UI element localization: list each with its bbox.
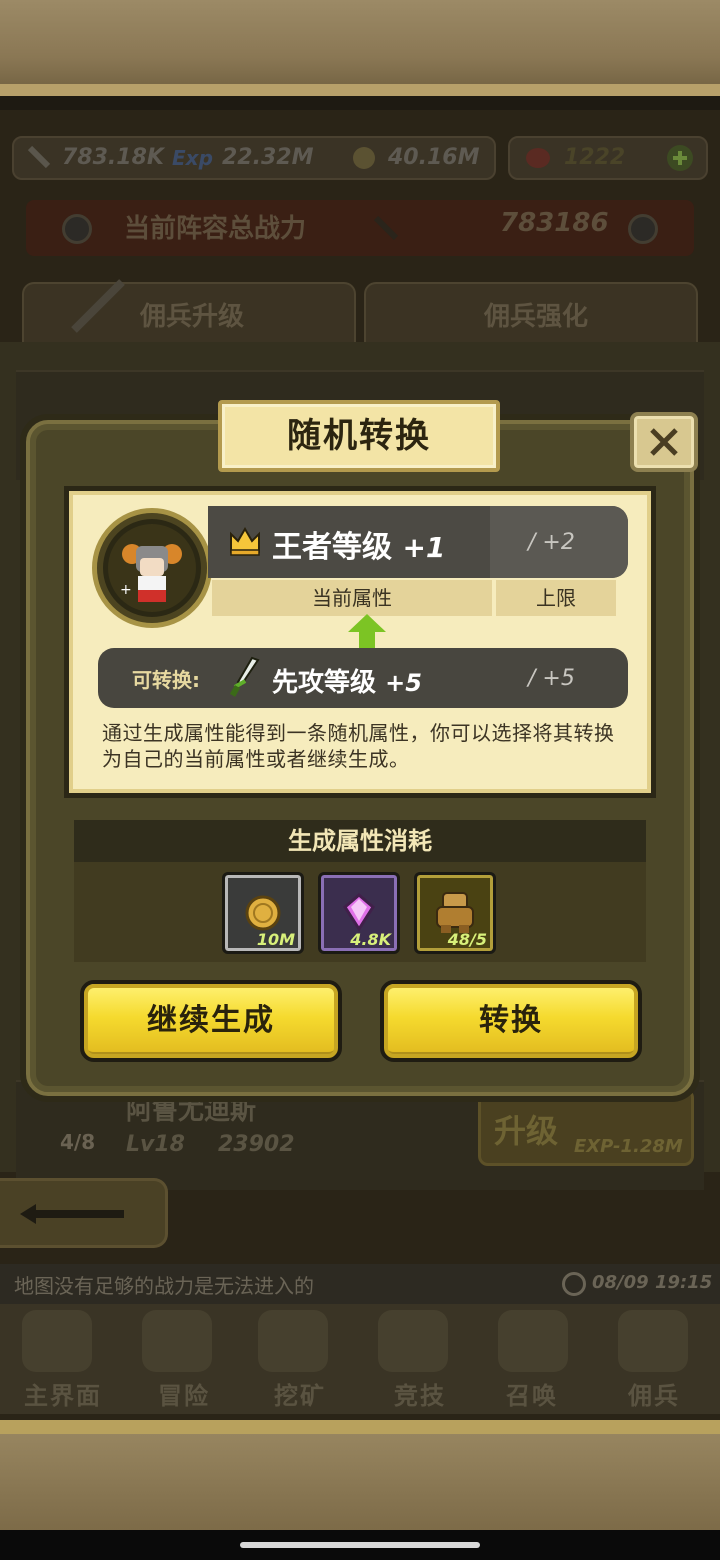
nav-mercenary[interactable]: 佣兵 xyxy=(628,1376,680,1411)
current-attr-name: 王者等级 xyxy=(272,530,392,565)
sword-power-icon xyxy=(27,145,51,169)
crossed-swords-icon xyxy=(378,1310,448,1372)
map-scroll-icon xyxy=(22,1310,92,1372)
tent-icon xyxy=(618,1310,688,1372)
continue-generate-label: 继续生成 xyxy=(147,1003,275,1038)
team-power-value: 783186 xyxy=(500,208,609,238)
hero-level: Lv18 xyxy=(126,1132,185,1157)
shrine-maiden-avatar-icon: + xyxy=(108,524,196,612)
scroll-icon xyxy=(498,1310,568,1372)
tip-text: 地图没有足够的战力是无法进入的 xyxy=(14,1274,314,1298)
tip-time: 08/09 19:15 xyxy=(592,1272,713,1293)
continue-generate-button[interactable]: 继续生成 xyxy=(80,980,342,1062)
hero-portrait: + xyxy=(92,508,212,628)
new-attr-name: 先攻等级 xyxy=(272,668,377,698)
hero-power: 23902 xyxy=(218,1132,295,1157)
back-arrow-icon xyxy=(20,1204,124,1224)
power-sword-icon xyxy=(373,215,399,241)
map-header-decoration xyxy=(0,0,720,96)
upgrade-button-label: 升级 xyxy=(494,1112,559,1150)
current-attr-value: +1 xyxy=(402,531,446,564)
nav-mining[interactable]: 挖矿 xyxy=(274,1376,326,1411)
nav-home[interactable]: 主界面 xyxy=(24,1376,102,1411)
current-attr: 王者等级 +1 xyxy=(272,522,445,566)
cost-gem[interactable]: 4.8K xyxy=(318,872,400,954)
current-attr-label: 当前属性 xyxy=(212,580,492,616)
nav-arena[interactable]: 竞技 xyxy=(394,1376,446,1411)
limit-label: 上限 xyxy=(496,580,616,616)
tab-sword-icon xyxy=(71,279,125,333)
new-attr: 先攻等级 +5 xyxy=(272,662,422,699)
dialog-description: 通过生成属性能得到一条随机属性，你可以选择将其转换为自己的当前属性或者继续生成。 xyxy=(102,721,615,771)
upgrade-cost: EXP-1.28M xyxy=(574,1136,683,1157)
add-resource-icon[interactable] xyxy=(666,144,694,172)
cost-golem-value: 48/5 xyxy=(447,930,487,949)
dialog-title: 随机转换 xyxy=(287,416,431,456)
gold-bag-icon xyxy=(353,147,375,169)
cost-golem[interactable]: 48/5 xyxy=(414,872,496,954)
resource-exp-value: 22.32M xyxy=(222,145,314,170)
convert-button[interactable]: 转换 xyxy=(380,980,642,1062)
close-button[interactable] xyxy=(630,412,698,472)
resource-power-value: 783.18K xyxy=(62,145,164,170)
close-icon xyxy=(650,428,678,456)
map-footer-decoration xyxy=(0,1420,720,1530)
island-icon xyxy=(142,1310,212,1372)
sword-icon xyxy=(229,656,260,697)
power-right-ornament xyxy=(628,214,658,244)
tab-upgrade-label: 佣兵升级 xyxy=(140,302,245,332)
attr-labels-row: 当前属性 上限 xyxy=(212,580,616,616)
resource-gems-value: 1222 xyxy=(564,145,626,170)
gesture-handle[interactable] xyxy=(240,1542,480,1548)
cost-header: 生成属性消耗 xyxy=(74,820,646,862)
tab-enhance-label: 佣兵强化 xyxy=(484,302,589,332)
resource-gold-value: 40.16M xyxy=(388,145,480,170)
svg-text:+: + xyxy=(120,582,132,598)
system-nav-bar xyxy=(0,1530,720,1560)
nav-summon[interactable]: 召唤 xyxy=(506,1376,558,1411)
cost-gold-value: 10M xyxy=(256,930,295,949)
hero-count: 4/8 xyxy=(60,1130,96,1154)
bottom-nav xyxy=(0,1304,720,1414)
new-attr-value: +5 xyxy=(385,669,422,697)
game-screen: 783.18K Exp 22.32M 40.16M 1222 当前阵容总战力 7… xyxy=(0,0,720,1560)
power-left-ornament xyxy=(62,214,92,244)
up-arrow-icon xyxy=(348,614,386,650)
exp-tag: Exp xyxy=(172,146,213,170)
current-attr-limit: / +2 xyxy=(528,530,575,555)
dialog-title-plate: 随机转换 xyxy=(218,400,500,472)
clock-icon xyxy=(562,1272,586,1296)
cost-gold[interactable]: 10M xyxy=(222,872,304,954)
new-attr-limit: / +5 xyxy=(528,666,575,691)
convertible-label: 可转换: xyxy=(132,668,200,692)
crown-icon xyxy=(230,527,260,556)
meat-icon xyxy=(526,148,550,168)
team-power-label: 当前阵容总战力 xyxy=(124,214,307,244)
pickaxe-icon xyxy=(258,1310,328,1372)
nav-adventure[interactable]: 冒险 xyxy=(158,1376,210,1411)
cost-gem-value: 4.8K xyxy=(350,930,391,949)
convert-label: 转换 xyxy=(479,1003,543,1038)
